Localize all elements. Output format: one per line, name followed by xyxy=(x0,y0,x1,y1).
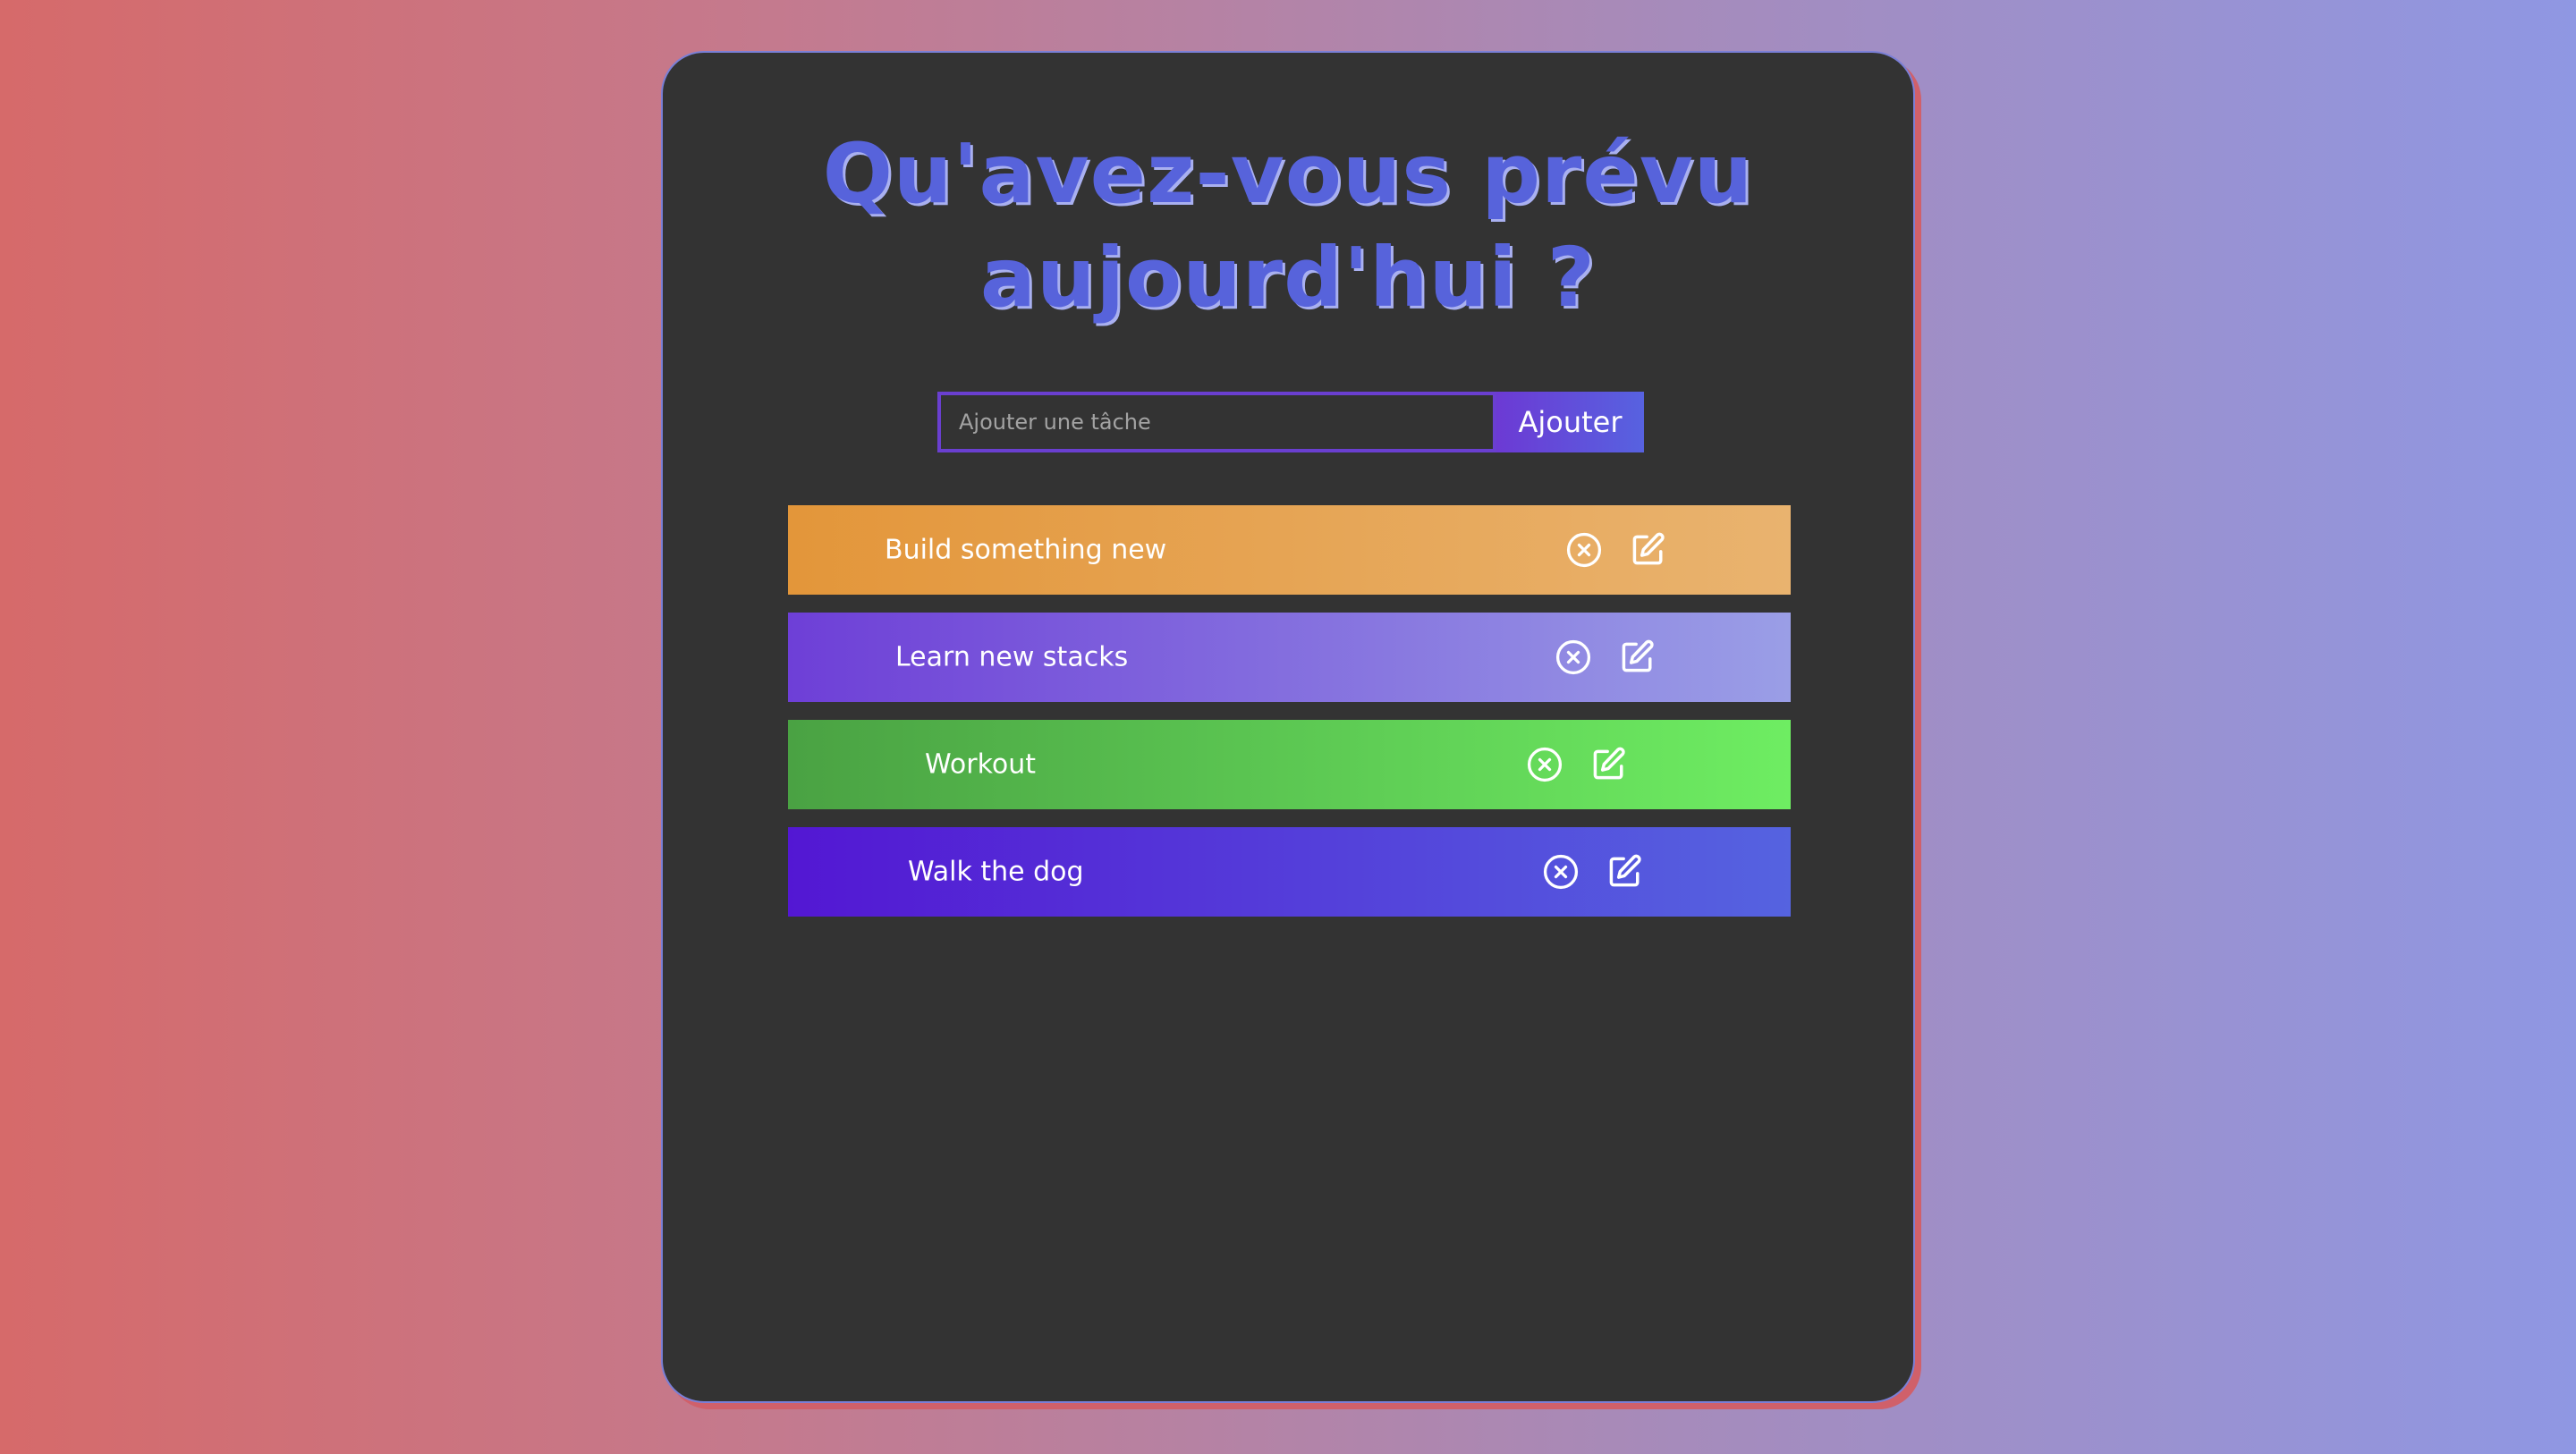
task-input[interactable] xyxy=(937,392,1496,452)
edit-icon[interactable] xyxy=(1629,530,1668,570)
title-line-1: Qu'avez-vous prévu xyxy=(822,126,1754,222)
edit-icon[interactable] xyxy=(1606,852,1645,892)
title-line-2: aujourd'hui ? xyxy=(979,230,1597,325)
x-circle-icon[interactable] xyxy=(1554,638,1593,677)
todo-text[interactable]: Learn new stacks xyxy=(895,642,1128,673)
todo-text[interactable]: Workout xyxy=(925,749,1036,781)
todo-item: Learn new stacks xyxy=(788,613,1791,702)
x-circle-icon[interactable] xyxy=(1541,852,1580,892)
todo-item: Build something new xyxy=(788,505,1791,595)
todo-text[interactable]: Walk the dog xyxy=(908,857,1084,888)
edit-icon[interactable] xyxy=(1618,638,1657,677)
add-task-button[interactable]: Ajouter xyxy=(1496,392,1644,452)
todo-item: Walk the dog xyxy=(788,827,1791,917)
todo-item: Workout xyxy=(788,720,1791,809)
x-circle-icon[interactable] xyxy=(1564,530,1604,570)
add-task-form: Ajouter xyxy=(937,392,1644,452)
x-circle-icon[interactable] xyxy=(1525,745,1564,784)
page-title: Qu'avez-vous prévu aujourd'hui ? xyxy=(663,123,1913,330)
edit-icon[interactable] xyxy=(1589,745,1629,784)
todo-card: Qu'avez-vous prévu aujourd'hui ? Ajouter… xyxy=(661,51,1915,1403)
todo-text[interactable]: Build something new xyxy=(885,535,1166,566)
